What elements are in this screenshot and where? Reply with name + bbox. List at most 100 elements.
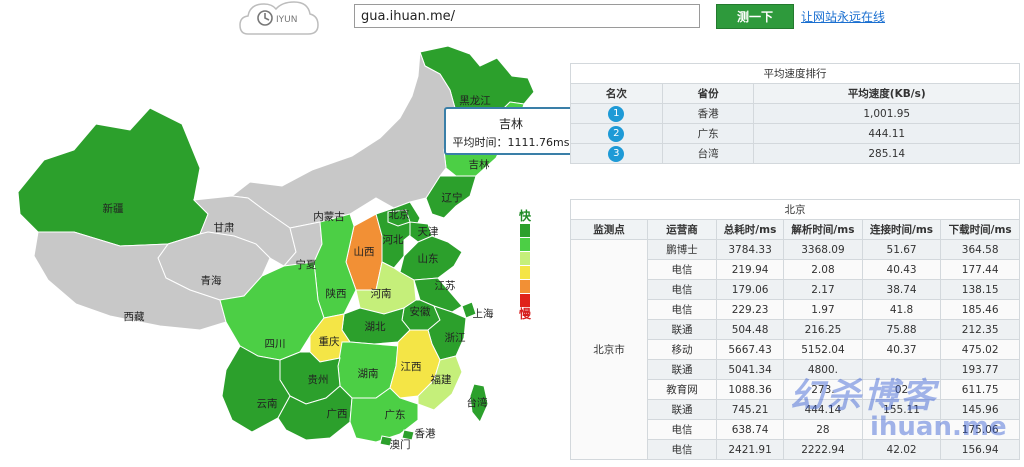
col-isp: 运营商 xyxy=(647,219,717,240)
legend-swatch xyxy=(520,238,530,251)
ranking-table: 平均速度排行 名次 省份 平均速度(KB/s) 1 香港 1,001.95 2 … xyxy=(570,63,1020,164)
detail-cell: 185.46 xyxy=(940,299,1020,320)
logo: IYUN xyxy=(238,0,320,36)
detail-cell: 2421.91 xyxy=(715,439,785,460)
detail-cell: 219.94 xyxy=(715,259,785,280)
detail-cell: 38.74 xyxy=(861,279,942,300)
rank-province: 香港 xyxy=(661,103,755,124)
detail-cell: 177.44 xyxy=(940,259,1020,280)
detail-cell: 3368.09 xyxy=(783,239,863,260)
test-button[interactable]: 测一下 xyxy=(716,4,794,29)
detail-cell: 鹏博士 xyxy=(647,239,717,260)
province-label: 湖北 xyxy=(365,321,386,333)
province-label: 台湾 xyxy=(467,396,488,409)
detail-cell: 联通 xyxy=(647,359,717,380)
province-label: 青海 xyxy=(201,274,222,287)
province-label: 北京 xyxy=(389,208,410,221)
monitor-city: 北京市 xyxy=(570,239,648,460)
detail-cell: 42.02 xyxy=(861,439,942,460)
rank-badge: 3 xyxy=(608,145,625,162)
province-label: 西藏 xyxy=(124,311,145,323)
detail-cell: 移动 xyxy=(647,339,717,360)
detail-cell: 3784.33 xyxy=(715,239,785,260)
detail-cell: 联通 xyxy=(647,399,717,420)
legend-swatch xyxy=(520,252,530,265)
province-3[interactable] xyxy=(230,51,456,229)
col-speed: 平均速度(KB/s) xyxy=(753,83,1020,104)
detail-cell: 28 xyxy=(783,419,863,440)
ranking-row: 3 台湾 285.14 xyxy=(570,143,1020,164)
detail-cell: 41.8 xyxy=(861,299,942,320)
promo-link[interactable]: 让网站永远在线 xyxy=(801,8,885,25)
watermark-site: ihuan.me xyxy=(870,412,1007,442)
detail-cell: 364.58 xyxy=(940,239,1020,260)
detail-cell: 745.21 xyxy=(715,399,785,420)
legend-swatch xyxy=(520,294,530,307)
legend-slow-label: 慢 xyxy=(518,307,531,321)
ranking-row: 1 香港 1,001.95 xyxy=(570,103,1020,124)
tooltip-value: 平均时间：1111.76ms xyxy=(452,136,570,149)
watermark: 幻杀博客 xyxy=(790,376,938,416)
col-province: 省份 xyxy=(661,83,755,104)
detail-cell: 电信 xyxy=(647,299,717,320)
ranking-title: 平均速度排行 xyxy=(570,63,1020,84)
col-connect: 连接时间/ms xyxy=(861,219,942,240)
province-4[interactable] xyxy=(17,107,209,247)
province-label: 新疆 xyxy=(103,202,124,215)
detail-cell: 138.15 xyxy=(940,279,1020,300)
rank-speed: 285.14 xyxy=(753,143,1020,164)
province-label: 安徽 xyxy=(410,305,431,318)
province-label: 陕西 xyxy=(326,287,347,300)
province-label: 辽宁 xyxy=(442,191,463,204)
detail-cell: 611.75 xyxy=(940,379,1020,400)
detail-cell: 504.48 xyxy=(715,319,785,340)
province-label: 重庆 xyxy=(319,335,340,348)
detail-cell: 51.67 xyxy=(861,239,942,260)
rank-speed: 1,001.95 xyxy=(753,103,1020,124)
detail-cell: 5041.34 xyxy=(715,359,785,380)
detail-cell: 40.43 xyxy=(861,259,942,280)
detail-cell: 193.77 xyxy=(940,359,1020,380)
detail-cell: 教育网 xyxy=(647,379,717,400)
province-label: 河南 xyxy=(371,287,392,300)
ranking-row: 2 广东 444.11 xyxy=(570,123,1020,144)
rank-speed: 444.11 xyxy=(753,123,1020,144)
province-label: 上海 xyxy=(473,307,494,320)
province-label: 内蒙古 xyxy=(313,210,345,223)
china-speed-map: 黑龙江 吉林 辽宁 内蒙古 新疆 甘肃 青海 西藏 宁夏 山西 河北 北京 天津 山东 陕西 河南 江苏 上海 安徽… xyxy=(0,40,560,463)
province-tooltip: 吉林 平均时间：1111.76ms xyxy=(444,107,578,155)
detail-cell: 电信 xyxy=(647,279,717,300)
detail-cell: 212.35 xyxy=(940,319,1020,340)
detail-cell: 40.37 xyxy=(861,339,942,360)
province-label: 吉林 xyxy=(469,158,490,171)
tooltip-title: 吉林 xyxy=(498,117,523,131)
detail-cell: 5667.43 xyxy=(715,339,785,360)
province-label: 河北 xyxy=(383,234,404,246)
logo-text: IYUN xyxy=(276,15,297,25)
province-label: 江西 xyxy=(401,361,422,373)
legend-swatch xyxy=(520,280,530,293)
detail-cell: 5152.04 xyxy=(783,339,863,360)
province-label: 香港 xyxy=(415,428,436,440)
detail-row: 北京市 鹏博士 3784.33 3368.09 51.67 364.58 xyxy=(570,239,1020,460)
province-label: 广西 xyxy=(327,408,348,420)
province-label: 四川 xyxy=(265,338,286,350)
detail-cell: 联通 xyxy=(647,319,717,340)
province-label: 黑龙江 xyxy=(459,94,491,107)
beijing-title: 北京 xyxy=(570,199,1020,220)
detail-cell: 2.17 xyxy=(783,279,863,300)
col-dns: 解析时间/ms xyxy=(783,219,863,240)
province-label: 广东 xyxy=(385,408,406,421)
province-label: 湖南 xyxy=(358,367,379,380)
col-total: 总耗时/ms xyxy=(715,219,785,240)
detail-cell: 216.25 xyxy=(783,319,863,340)
province-label: 云南 xyxy=(257,397,278,410)
speed-legend: 快 慢 xyxy=(514,209,536,321)
rank-province: 广东 xyxy=(661,123,755,144)
detail-cell: 229.23 xyxy=(715,299,785,320)
province-label: 江苏 xyxy=(435,279,456,292)
rank-province: 台湾 xyxy=(661,143,755,164)
province-label: 贵州 xyxy=(308,373,329,386)
col-download: 下载时间/ms xyxy=(940,219,1020,240)
url-input[interactable] xyxy=(354,4,700,28)
